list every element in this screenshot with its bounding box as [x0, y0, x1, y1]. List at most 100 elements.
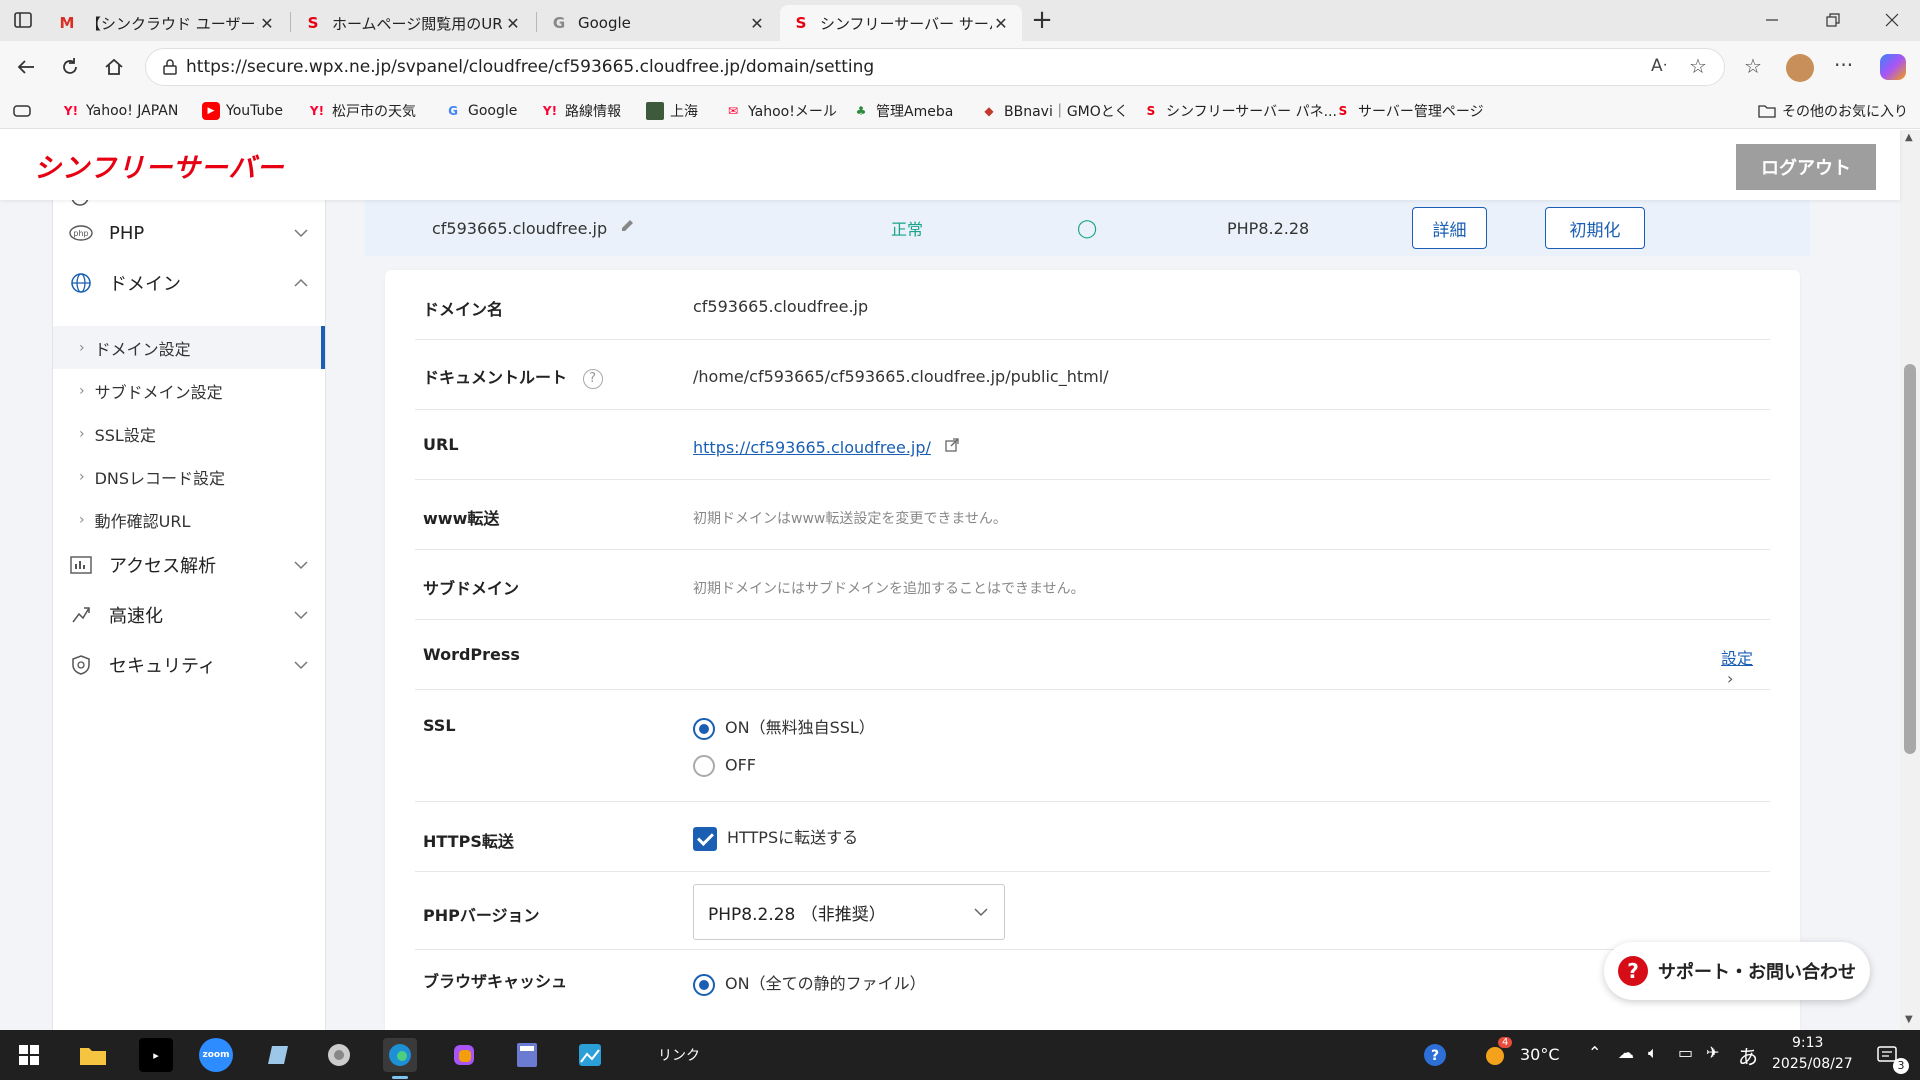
ssl-on-radio[interactable] [693, 717, 715, 740]
close-icon[interactable]: ✕ [748, 14, 766, 33]
ssl-on-option[interactable]: ON（無料独自SSL） [693, 714, 875, 740]
sidebar-item-php[interactable]: php PHP [53, 208, 325, 258]
tab-community[interactable]: M 【シンクラウド ユーザーコミュニティ】質問 ✕ [46, 5, 288, 41]
sidebar-item-subdomain-setting[interactable]: › サブドメイン設定 [53, 369, 325, 412]
sidebar-item-access-analysis[interactable]: アクセス解析 [53, 540, 325, 590]
minimize-icon[interactable] [1762, 10, 1786, 30]
reload-icon[interactable] [52, 49, 88, 85]
read-aloud-icon[interactable]: Aᐧ [1651, 56, 1667, 76]
tab-homepage-url[interactable]: S ホームページ閲覧用のURLが分からない ✕ [292, 5, 534, 41]
profile-avatar[interactable] [1786, 54, 1814, 82]
sidebar-item-label: 高速化 [109, 606, 163, 627]
wordpress-setting-link[interactable]: 設定 › [1721, 645, 1770, 688]
edit-pencil-icon[interactable] [619, 218, 635, 238]
zoom-icon[interactable]: zoom [199, 1038, 233, 1072]
url-input[interactable]: https://secure.wpx.ne.jp/svpanel/cloudfr… [145, 48, 1725, 86]
close-icon[interactable]: ✕ [992, 14, 1010, 33]
help-icon[interactable]: ? [582, 368, 603, 389]
logout-button[interactable]: ログアウト [1736, 144, 1876, 190]
back-icon[interactable] [8, 49, 44, 85]
restore-icon[interactable] [1822, 10, 1846, 30]
clock-date[interactable]: 2025/08/27 [1772, 1056, 1853, 1072]
ime-indicator[interactable]: あ [1738, 1041, 1758, 1070]
reset-button[interactable]: 初期化 [1545, 207, 1645, 249]
sidebar-item-speedup[interactable]: 高速化 [53, 590, 325, 640]
notes-app-icon[interactable] [262, 1038, 296, 1072]
tab-actions-icon[interactable] [12, 9, 36, 33]
ssl-off-option[interactable]: OFF [693, 755, 756, 777]
home-icon[interactable] [96, 49, 132, 85]
new-tab-icon[interactable]: + [1028, 6, 1056, 34]
copilot-icon[interactable] [1880, 54, 1906, 80]
detail-button[interactable]: 詳細 [1412, 207, 1487, 249]
site-url-link[interactable]: https://cf593665.cloudfree.jp/ [693, 438, 931, 457]
cache-on-option[interactable]: ON（全ての静的ファイル） [693, 970, 926, 996]
external-link-icon[interactable] [944, 438, 960, 457]
page-scrollbar[interactable]: ▲ ▼ [1900, 130, 1920, 1030]
airplane-mode-icon[interactable]: ✈ [1706, 1043, 1719, 1062]
other-bookmarks[interactable]: その他のお気に入り [1758, 100, 1908, 122]
favorite-star-icon[interactable]: ☆ [1689, 54, 1707, 78]
youtube-icon: ▶ [202, 102, 220, 120]
yahoo-icon: Y! [63, 104, 79, 118]
sidebar-item-test-url[interactable]: › 動作確認URL [53, 498, 325, 541]
tab-title: ホームページ閲覧用のURLが分からない [332, 14, 504, 33]
sidebar-item-ssl-setting[interactable]: › SSL設定 [53, 412, 325, 455]
site-logo[interactable]: シンフリーサーバー [34, 146, 284, 185]
onedrive-icon[interactable]: ☁ [1618, 1043, 1634, 1062]
bookmark-ameba[interactable]: ♣ 管理Ameba [852, 100, 954, 122]
ssl-off-radio[interactable] [693, 755, 715, 777]
tab-server-panel[interactable]: S シンフリーサーバー サーバーパネル - ドメ ✕ [780, 5, 1022, 41]
site-info-icon[interactable] [160, 57, 180, 77]
media-app-icon[interactable]: ▸ [139, 1038, 173, 1072]
bookmark-server-admin[interactable]: S サーバー管理ページ [1334, 100, 1484, 122]
bookmark-weather[interactable]: Y! 松戸市の天気 [308, 100, 416, 122]
tab-title: 【シンクラウド ユーザーコミュニティ】質問 [86, 14, 258, 33]
bookmark-youtube[interactable]: ▶ YouTube [202, 100, 283, 122]
www-note: 初期ドメインはwww転送設定を変更できません。 [693, 511, 1007, 527]
scroll-down-arrow-icon[interactable]: ▼ [1905, 1014, 1913, 1025]
bookmark-yahoo-japan[interactable]: Y! Yahoo! JAPAN [62, 100, 178, 122]
file-explorer-icon[interactable] [76, 1038, 110, 1072]
more-menu-icon[interactable]: ··· [1834, 53, 1853, 77]
browser-app-icon[interactable] [322, 1038, 356, 1072]
help-tips-icon[interactable]: ? [1418, 1038, 1452, 1072]
bookmark-bbnavi[interactable]: ◆ BBnavi｜GMOとく [980, 100, 1128, 122]
taskbar-links-label[interactable]: リンク [658, 1045, 700, 1065]
photos-icon[interactable] [573, 1038, 607, 1072]
sidebar-item-domain-setting[interactable]: › ドメイン設定 [53, 326, 325, 369]
tab-google[interactable]: G Google ✕ [538, 5, 778, 41]
favorites-icon[interactable]: ☆ [1744, 54, 1762, 78]
show-hidden-icons-chevron-icon[interactable]: ⌃ [1588, 1043, 1601, 1062]
reading-view-icon[interactable] [12, 101, 34, 121]
page-body: php PHP ドメイン › ドメイン設定 › サブドメイン設定 › SSL設定 [0, 200, 1900, 1030]
edge-browser-icon[interactable] [383, 1038, 417, 1072]
speaker-icon[interactable]: 🔈︎ [1648, 1043, 1658, 1063]
bookmark-shanghai[interactable]: 上海 [646, 100, 698, 122]
bookmark-yahoo-mail[interactable]: ✉ Yahoo!メール [724, 100, 837, 122]
calculator-icon[interactable] [510, 1038, 544, 1072]
support-contact-button[interactable]: ? サポート・お問い合わせ [1604, 942, 1870, 1000]
battery-icon[interactable]: ▭ [1678, 1043, 1693, 1062]
scroll-thumb[interactable] [1904, 364, 1916, 754]
chevron-down-icon [972, 903, 990, 921]
copilot-app-icon[interactable] [447, 1038, 481, 1072]
windows-start-icon[interactable] [12, 1038, 46, 1072]
sidebar-item-dns-setting[interactable]: › DNSレコード設定 [53, 455, 325, 498]
question-icon: ? [1618, 956, 1648, 986]
bookmark-train-info[interactable]: Y! 路線情報 [541, 100, 621, 122]
php-version-select[interactable]: PHP8.2.28 （非推奨） [693, 884, 1005, 940]
weather-temperature[interactable]: 30°C [1520, 1045, 1560, 1064]
close-icon[interactable]: ✕ [504, 14, 522, 33]
sidebar-item-domain[interactable]: ドメイン [53, 258, 325, 308]
sidebar-item-security[interactable]: セキュリティ [53, 640, 325, 690]
https-option[interactable]: HTTPSに転送する [693, 824, 858, 851]
cache-on-radio[interactable] [693, 973, 715, 996]
clock-time[interactable]: 9:13 [1792, 1035, 1823, 1051]
close-window-icon[interactable] [1882, 10, 1906, 30]
https-checkbox[interactable] [693, 826, 717, 851]
bookmark-google[interactable]: G Google [444, 100, 517, 122]
close-icon[interactable]: ✕ [258, 14, 276, 33]
bookmark-sinfree-panel[interactable]: S シンフリーサーバー パネ... [1142, 100, 1337, 122]
scroll-up-arrow-icon[interactable]: ▲ [1905, 132, 1913, 143]
